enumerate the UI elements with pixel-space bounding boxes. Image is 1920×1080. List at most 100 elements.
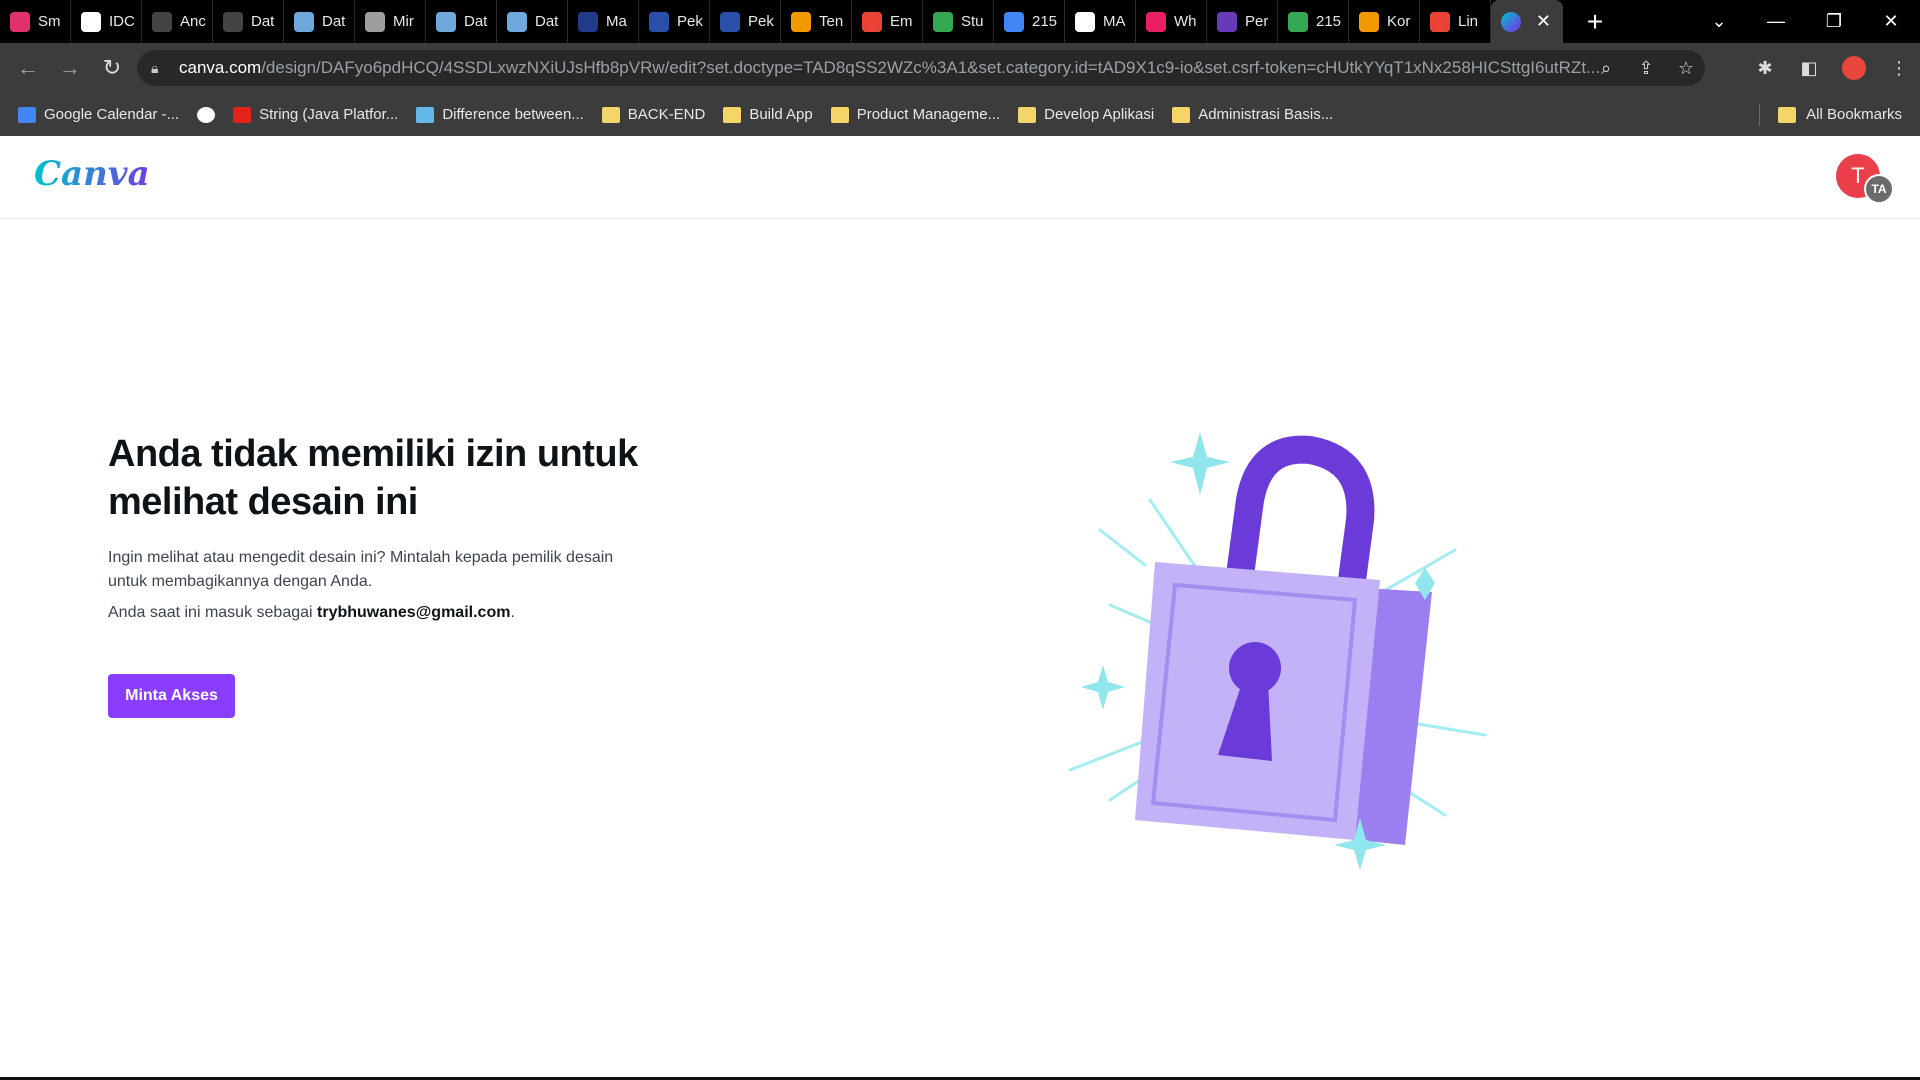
permission-description: Ingin melihat atau mengedit desain ini? … — [108, 549, 614, 590]
tab-title: Dat — [251, 13, 275, 30]
globe-icon — [365, 11, 385, 32]
url-text[interactable]: canva.com/design/DAFyo6pdHCQ/4SSDLxwzNXi… — [179, 58, 1629, 78]
signed-in-info: Anda saat ini masuk sebagai trybhuwanes@… — [108, 604, 668, 622]
browser-tab[interactable]: Dat — [284, 0, 355, 43]
form-icon — [1217, 11, 1237, 32]
browser-tab[interactable]: Em — [852, 0, 923, 43]
bookmark-item[interactable]: Difference between... — [416, 106, 584, 123]
extensions-icon[interactable]: ✱ — [1754, 58, 1776, 79]
side-panel-icon[interactable]: ◧ — [1798, 58, 1820, 79]
share-icon[interactable]: ⇪ — [1635, 58, 1657, 79]
bookmark-label: String (Java Platfor... — [259, 106, 399, 123]
folder-icon — [1018, 106, 1037, 123]
orange-q-icon — [791, 11, 811, 32]
signed-in-suffix: . — [510, 604, 515, 621]
browser-tab[interactable]: Kor — [1349, 0, 1420, 43]
dataset-icon — [294, 11, 314, 32]
bookmark-label: Develop Aplikasi — [1044, 106, 1155, 123]
zoom-icon[interactable]: ⌕ — [1595, 58, 1617, 79]
toolbar: ← → ↻ 🔒︎ canva.com/design/DAFyo6pdHCQ/4S… — [0, 43, 1920, 93]
forward-icon[interactable]: → — [50, 48, 90, 88]
bookmark-label: Product Manageme... — [856, 106, 1001, 123]
idcloudhost-icon — [81, 11, 101, 32]
address-bar[interactable]: 🔒︎ canva.com/design/DAFyo6pdHCQ/4SSDLxwz… — [137, 50, 1705, 86]
browser-tab[interactable]: 215 — [994, 0, 1065, 43]
bookmark-item[interactable]: Develop Aplikasi — [1018, 106, 1154, 123]
globe-icon — [197, 106, 216, 123]
g-icon — [223, 11, 243, 32]
tab-title: Lin — [1458, 13, 1479, 30]
bookmark-item[interactable]: BACK-END — [601, 106, 705, 123]
gmail-icon — [862, 11, 882, 32]
browser-tab[interactable]: Stu — [923, 0, 994, 43]
close-window-button[interactable]: ✕ — [1862, 0, 1920, 43]
new-tab-button[interactable]: + — [1575, 0, 1615, 43]
profile-avatar-icon[interactable] — [1842, 56, 1866, 80]
browser-tab[interactable]: MA — [1065, 0, 1136, 43]
browser-tab[interactable]: Per — [1207, 0, 1278, 43]
browser-tab[interactable]: Lin — [1420, 0, 1491, 43]
browser-tab[interactable]: Ma — [568, 0, 639, 43]
bookmark-item[interactable]: String (Java Platfor... — [233, 106, 398, 123]
tab-search-icon[interactable]: ⌄ — [1690, 0, 1748, 43]
signed-in-email: trybhuwanes@gmail.com — [317, 604, 511, 621]
tab-title: Anc — [180, 13, 206, 30]
orange-q-icon — [1359, 11, 1379, 32]
close-tab-icon[interactable]: ✕ — [1536, 11, 1551, 32]
browser-tab[interactable]: Dat — [497, 0, 568, 43]
bookmark-label: Difference between... — [442, 106, 584, 123]
bookmarks-bar: Google Calendar -... String (Java Platfor… — [0, 93, 1920, 137]
tab-title: 215 — [1316, 13, 1342, 30]
browser-tab[interactable]: Mir — [355, 0, 426, 43]
browser-tab[interactable]: Dat — [213, 0, 284, 43]
bookmark-item[interactable]: Build App — [723, 106, 813, 123]
all-bookmarks[interactable]: All Bookmarks — [1759, 93, 1902, 136]
tab-title: Dat — [535, 13, 559, 30]
browser-tab[interactable]: Pek — [710, 0, 781, 43]
browser-tab[interactable]: Sm — [0, 0, 71, 43]
browser-tab[interactable]: Anc — [142, 0, 213, 43]
menu-kebab-icon[interactable]: ⋮ — [1888, 58, 1910, 79]
bookmark-label: Administrasi Basis... — [1198, 106, 1334, 123]
tab-title: Sm — [38, 13, 61, 30]
tab-strip: Sm IDC Anc Dat Dat Mir Dat Dat Ma Pek Pek Ten Em Stu 2… — [0, 0, 1920, 43]
active-browser-tab[interactable]: ✕ — [1491, 0, 1563, 43]
folder-icon — [723, 106, 742, 123]
browser-tab[interactable]: Wh — [1136, 0, 1207, 43]
minimize-button[interactable]: — — [1747, 0, 1805, 43]
browser-tab[interactable]: Pek — [639, 0, 710, 43]
gmail-icon — [1430, 11, 1450, 32]
back-icon[interactable]: ← — [8, 48, 48, 88]
url-host: canva.com — [179, 58, 262, 77]
signed-in-prefix: Anda saat ini masuk sebagai — [108, 604, 318, 621]
tab-title: Per — [1245, 13, 1269, 30]
tab-title: Pek — [748, 13, 774, 30]
bookmark-star-icon[interactable]: ☆ — [1675, 58, 1697, 79]
tab-title: Em — [890, 13, 913, 30]
browser-tab[interactable]: IDC — [71, 0, 142, 43]
google-drive-icon — [933, 11, 953, 32]
request-access-button[interactable]: Minta Akses — [108, 674, 235, 718]
google-drive-icon — [1288, 11, 1308, 32]
site-icon — [578, 11, 598, 32]
bookmark-label: Google Calendar -... — [44, 106, 180, 123]
browser-tab[interactable]: Dat — [426, 0, 497, 43]
bookmark-item[interactable] — [197, 106, 216, 123]
tab-title: Stu — [961, 13, 984, 30]
all-bookmarks-label: All Bookmarks — [1806, 106, 1902, 123]
canva-header: Canva T TA — [0, 136, 1920, 219]
browser-tab[interactable]: Ten — [781, 0, 852, 43]
google-docs-icon — [1004, 11, 1024, 32]
bookmark-item[interactable]: Administrasi Basis... — [1172, 106, 1333, 123]
bookmark-item[interactable]: Product Manageme... — [830, 106, 1001, 123]
instagram-icon — [10, 11, 30, 32]
lock-icon[interactable]: 🔒︎ — [151, 60, 169, 77]
bookmarks-separator — [1759, 103, 1761, 126]
restore-button[interactable]: ❐ — [1805, 0, 1863, 43]
team-badge[interactable]: TA — [1864, 174, 1894, 204]
baeldung-icon — [416, 106, 435, 123]
reload-icon[interactable]: ↻ — [92, 48, 132, 88]
canva-logo[interactable]: Canva — [34, 154, 150, 194]
browser-tab[interactable]: 215 — [1278, 0, 1349, 43]
bookmark-item[interactable]: Google Calendar -... — [18, 106, 179, 123]
